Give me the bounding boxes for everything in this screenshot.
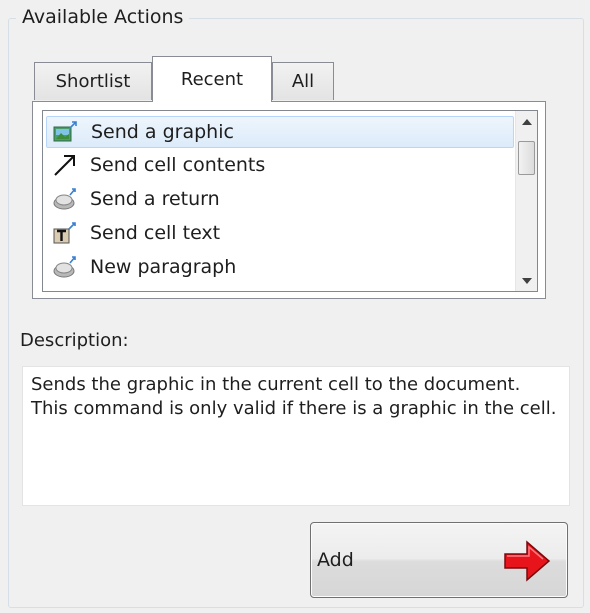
- paragraph-key-icon: [52, 254, 78, 280]
- list-item-label: Send cell contents: [90, 154, 266, 176]
- actions-listbox[interactable]: Send a graphic Send cell contents Send a…: [42, 110, 538, 292]
- chevron-up-icon: [521, 118, 532, 125]
- description-text: Sends the graphic in the current cell to…: [22, 366, 570, 506]
- return-key-icon: [52, 186, 78, 212]
- scroll-down-button[interactable]: [516, 270, 537, 291]
- scroll-up-button[interactable]: [516, 111, 537, 132]
- tab-recent[interactable]: Recent: [152, 56, 272, 102]
- available-actions-panel: Available Actions Shortlist Recent All S…: [0, 0, 590, 613]
- chevron-down-icon: [521, 277, 532, 284]
- list-item-send-cell-text[interactable]: Send cell text: [46, 217, 514, 249]
- list-item-label: Send cell text: [90, 222, 221, 244]
- list-item-label: New paragraph: [90, 256, 237, 278]
- send-text-icon: [52, 220, 78, 246]
- description-label: Description:: [20, 330, 129, 351]
- list-item-send-a-graphic[interactable]: Send a graphic: [46, 116, 514, 148]
- list-item-new-paragraph[interactable]: New paragraph: [46, 251, 514, 283]
- list-item-send-a-return[interactable]: Send a return: [46, 183, 514, 215]
- add-button[interactable]: Add: [310, 522, 568, 598]
- list-item-send-cell-contents[interactable]: Send cell contents: [46, 149, 514, 181]
- arrow-up-right-icon: [52, 152, 78, 178]
- list-item-label: Send a graphic: [91, 121, 234, 143]
- actions-list: Send a graphic Send cell contents Send a…: [43, 111, 517, 291]
- list-scrollbar[interactable]: [515, 111, 537, 291]
- tab-shortlist[interactable]: Shortlist: [34, 62, 152, 100]
- scroll-thumb[interactable]: [518, 141, 535, 175]
- tab-all[interactable]: All: [272, 62, 334, 100]
- add-button-label: Add: [317, 549, 354, 571]
- list-item-label: Send a return: [90, 188, 220, 210]
- send-graphic-icon: [53, 119, 79, 145]
- group-title: Available Actions: [16, 6, 190, 28]
- tab-pane-recent: Send a graphic Send cell contents Send a…: [32, 101, 546, 299]
- red-arrow-right-icon: [504, 540, 551, 582]
